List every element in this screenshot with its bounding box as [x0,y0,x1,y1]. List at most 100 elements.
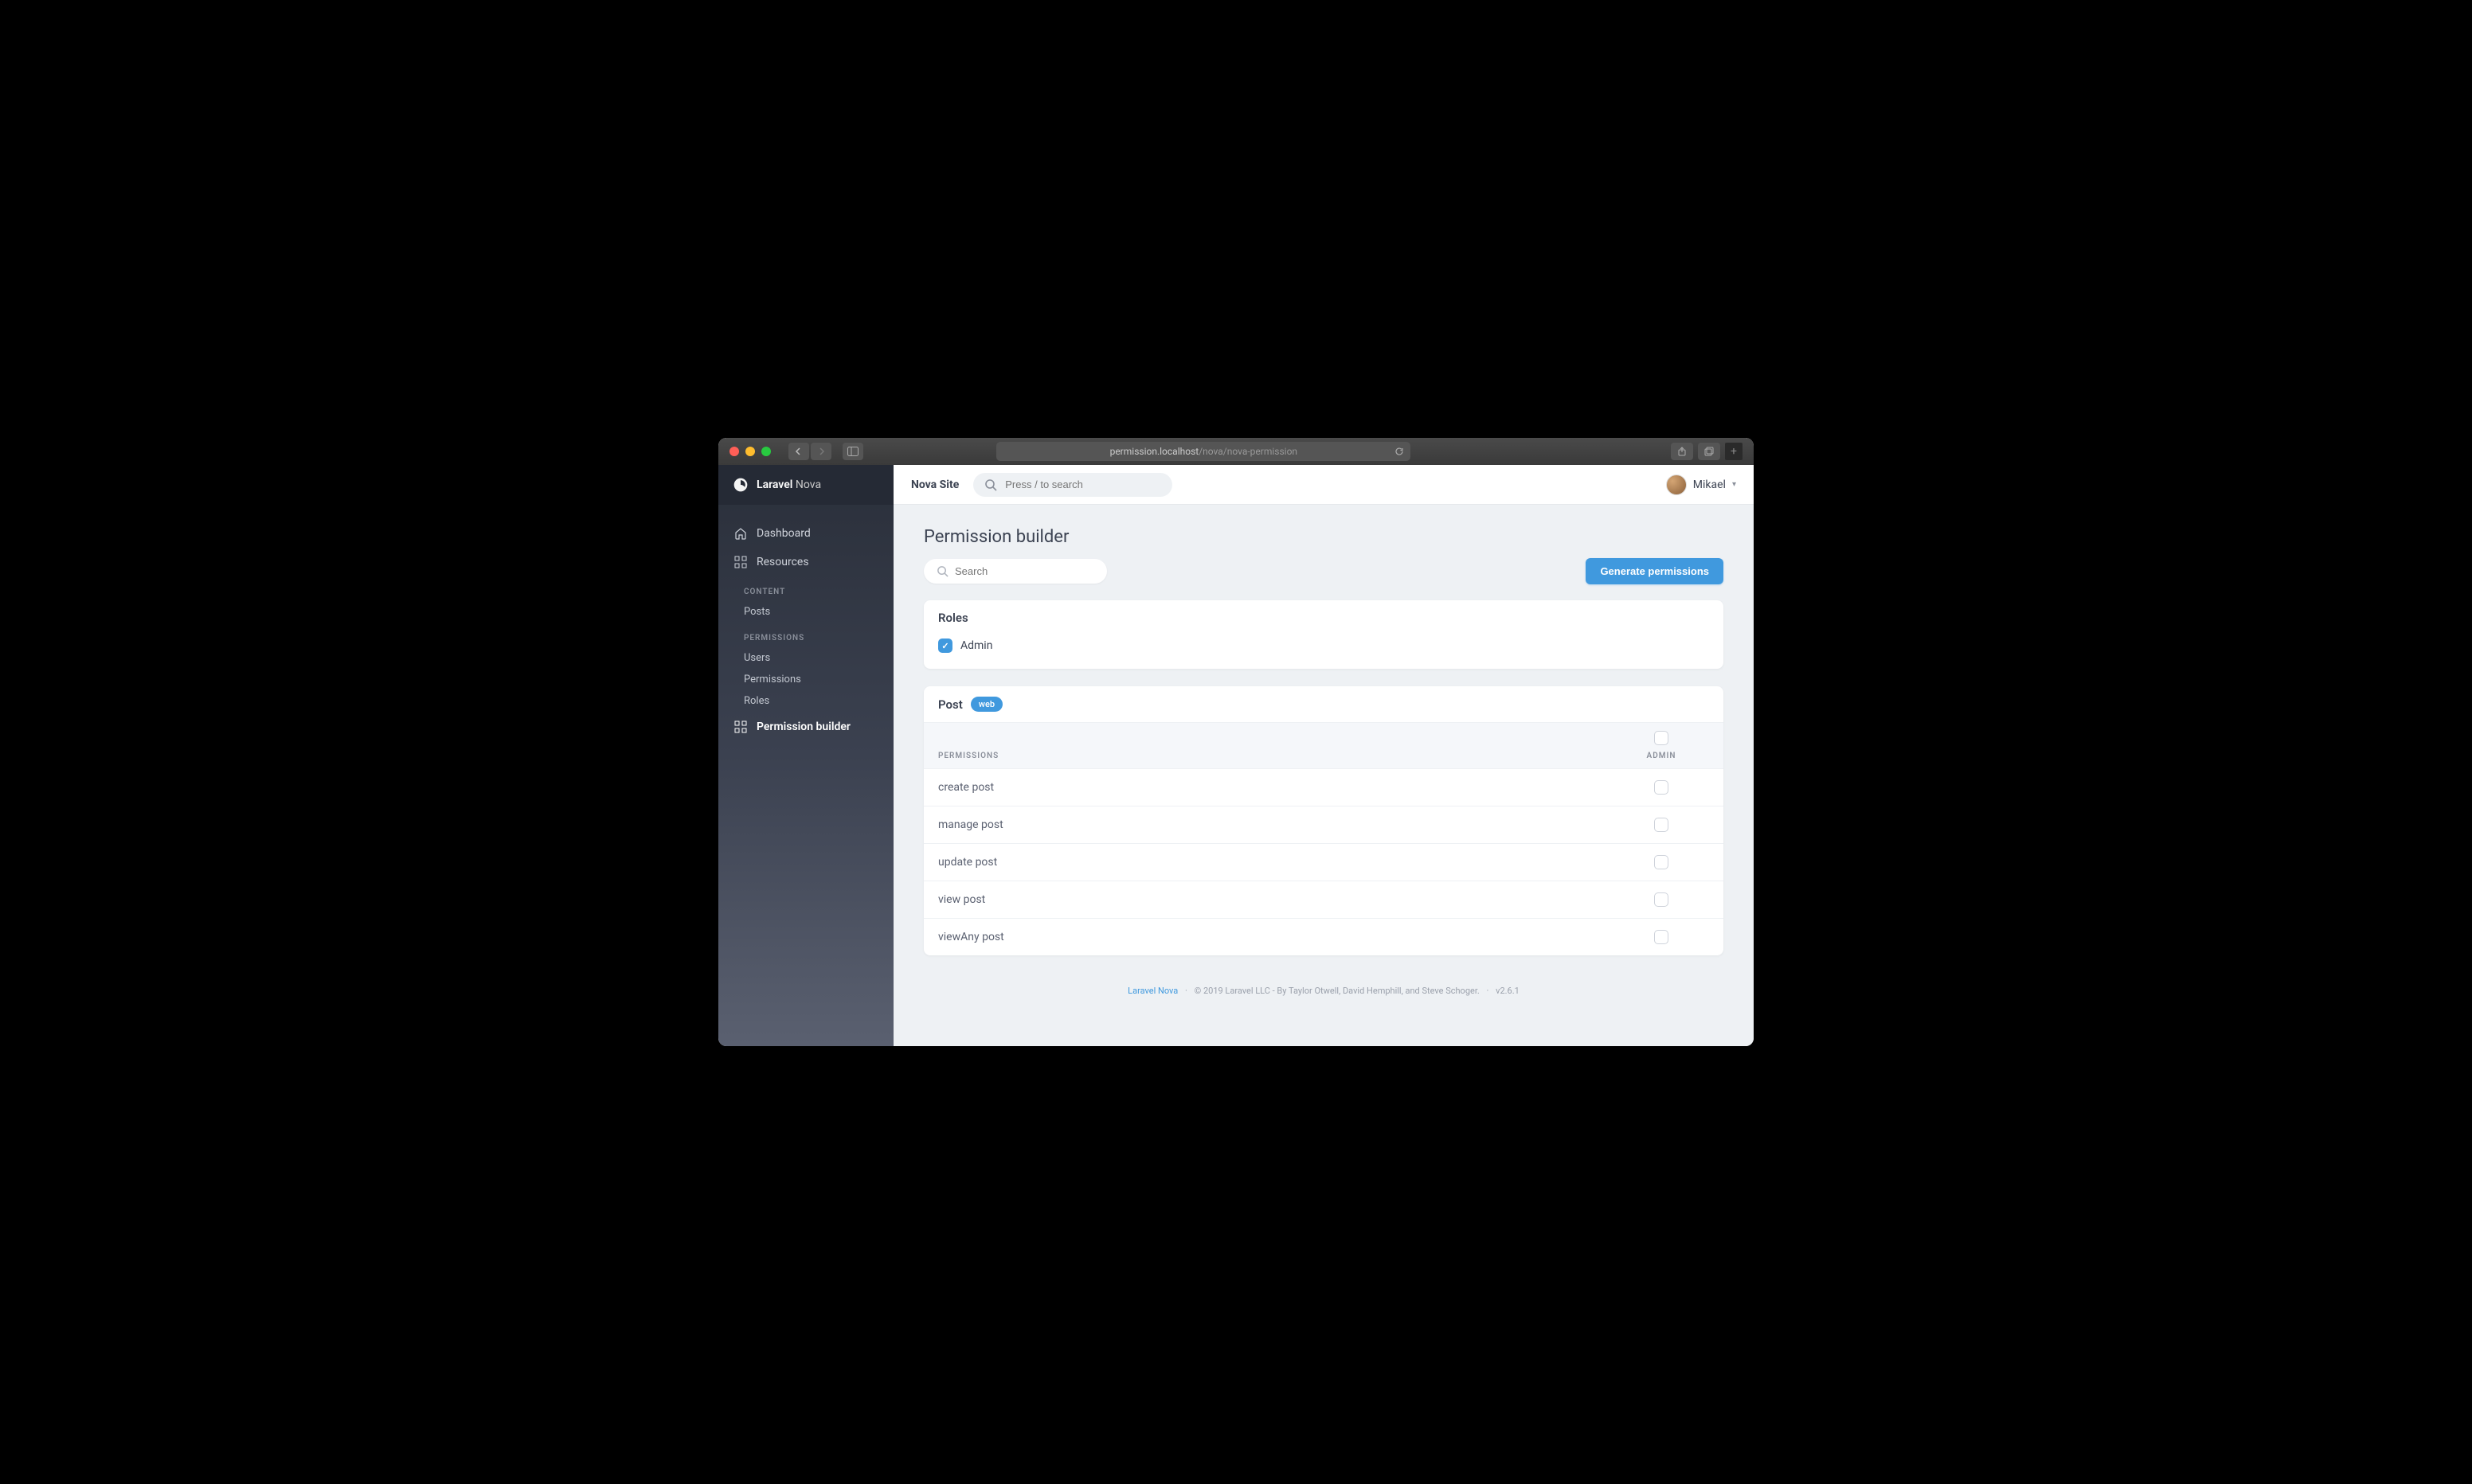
sidebar-item-label: Resources [757,556,809,568]
maximize-window-button[interactable] [761,447,771,456]
topbar: Nova Site Mikael ▾ [894,465,1754,505]
nav-arrows [788,443,831,460]
close-window-button[interactable] [729,447,739,456]
permission-checkbox[interactable] [1654,930,1668,944]
sidebar-item-permission-builder[interactable]: Permission builder [718,712,894,742]
role-column: ADMIN [1613,731,1709,760]
titlebar: permission.localhost/nova/nova-permissio… [718,438,1754,465]
role-column-label: ADMIN [1647,752,1676,760]
sidebar-scroll: Dashboard Resources CONTENT Posts PERMIS… [718,505,894,1046]
sidebar: Laravel Nova Dashboard Resources [718,465,894,1046]
sidebar-item-roles[interactable]: Roles [718,690,894,712]
grid-icon [734,556,747,568]
app: Laravel Nova Dashboard Resources [718,465,1754,1046]
sidebar-item-dashboard[interactable]: Dashboard [718,519,894,548]
permission-name: view post [938,893,1613,906]
search-icon [984,478,997,491]
sidebar-item-users[interactable]: Users [718,647,894,669]
sidebar-heading-content: CONTENT [718,576,894,601]
guard-badge: web [971,697,1003,712]
resource-title: Post [938,697,963,712]
url-bar[interactable]: permission.localhost/nova/nova-permissio… [996,442,1410,461]
permission-checkbox[interactable] [1654,818,1668,832]
permission-check-cell [1613,818,1709,832]
footer-link[interactable]: Laravel Nova [1128,986,1178,996]
role-row: ✓ Admin [938,635,1709,656]
grid-icon [734,721,747,733]
permission-row: viewAny post [924,919,1723,955]
tabs-button[interactable] [1698,443,1720,460]
url-host: permission.localhost [1110,446,1199,457]
brand-logo-icon [733,477,749,493]
global-search[interactable] [973,473,1172,497]
permissions-table-header: PERMISSIONS ADMIN [924,722,1723,769]
permission-name: manage post [938,818,1613,831]
footer-copyright: © 2019 Laravel LLC - By Taylor Otwell, D… [1195,986,1480,996]
permission-check-cell [1613,780,1709,795]
permission-row: create post [924,769,1723,806]
permission-row: update post [924,844,1723,881]
footer-separator: · [1482,986,1494,996]
sidebar-heading-permissions: PERMISSIONS [718,623,894,647]
search-icon [937,565,949,577]
sidebar-item-label: Dashboard [757,527,811,540]
user-name: Mikael [1693,478,1726,491]
footer-separator: · [1180,986,1192,996]
titlebar-right: + [1671,443,1743,460]
footer-version: v2.6.1 [1496,986,1520,996]
resource-card: Post web PERMISSIONS ADMIN create post ma… [924,686,1723,955]
new-tab-button[interactable]: + [1725,443,1743,460]
toolbar: Generate permissions [924,558,1723,584]
checkmark-icon: ✓ [941,641,949,651]
sidebar-item-label: Permission builder [757,720,851,734]
permission-name: viewAny post [938,931,1613,943]
local-search-input[interactable] [955,565,1094,577]
permission-checkbox[interactable] [1654,780,1668,795]
permission-check-cell [1613,930,1709,944]
roles-list: ✓ Admin [924,635,1723,669]
local-search[interactable] [924,559,1107,584]
permission-row: manage post [924,806,1723,844]
browser-window: permission.localhost/nova/nova-permissio… [718,438,1754,1046]
url-path: /nova/nova-permission [1199,446,1297,457]
permission-row: view post [924,881,1723,919]
roles-card-title: Roles [924,600,1723,635]
minimize-window-button[interactable] [745,447,755,456]
sidebar-item-resources[interactable]: Resources [718,548,894,576]
share-button[interactable] [1671,443,1693,460]
permission-checkbox[interactable] [1654,892,1668,907]
forward-button[interactable] [811,443,831,460]
roles-card: Roles ✓ Admin [924,600,1723,669]
avatar [1666,474,1687,495]
permission-checkbox[interactable] [1654,855,1668,869]
reload-icon[interactable] [1394,447,1404,456]
brand-name-light: Nova [796,478,821,491]
resource-card-header: Post web [924,686,1723,722]
brand[interactable]: Laravel Nova [718,465,894,505]
back-button[interactable] [788,443,809,460]
global-search-input[interactable] [1005,478,1161,490]
permissions-column-label: PERMISSIONS [938,752,999,760]
select-all-checkbox[interactable] [1654,731,1668,745]
permission-check-cell [1613,855,1709,869]
brand-name-bold: Laravel [757,478,792,491]
site-title: Nova Site [911,478,959,491]
permission-check-cell [1613,892,1709,907]
role-checkbox[interactable]: ✓ [938,639,952,653]
role-label: Admin [960,639,992,652]
main: Nova Site Mikael ▾ Permission builder [894,465,1754,1046]
sidebar-toggle-button[interactable] [843,443,863,460]
permission-name: create post [938,781,1613,794]
chevron-down-icon: ▾ [1732,480,1736,489]
sidebar-item-permissions[interactable]: Permissions [718,669,894,690]
traffic-lights [729,447,771,456]
generate-permissions-button[interactable]: Generate permissions [1586,558,1723,584]
page-title: Permission builder [924,527,1723,547]
brand-name: Laravel Nova [757,478,821,491]
user-menu[interactable]: Mikael ▾ [1666,474,1736,495]
sidebar-item-posts[interactable]: Posts [718,601,894,623]
permission-name: update post [938,856,1613,869]
content: Permission builder Generate permissions … [894,505,1754,1046]
footer: Laravel Nova · © 2019 Laravel LLC - By T… [924,973,1723,1020]
home-icon [734,527,747,540]
